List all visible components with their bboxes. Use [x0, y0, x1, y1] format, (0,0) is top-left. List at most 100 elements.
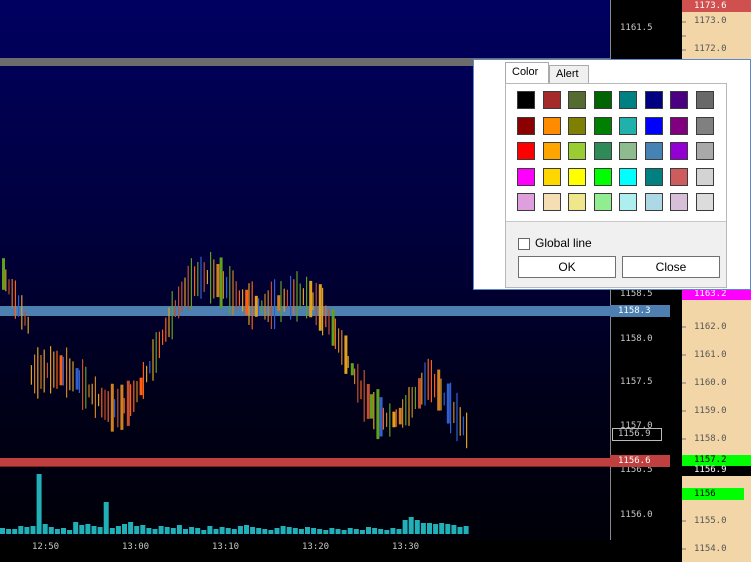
color-swatch[interactable] — [568, 116, 586, 135]
price-bar — [424, 362, 426, 406]
volume-bar — [353, 529, 359, 534]
color-swatch[interactable] — [517, 142, 535, 160]
volume-bar — [402, 520, 408, 534]
price-bar — [210, 251, 212, 304]
price-bar — [11, 278, 13, 308]
color-swatch[interactable] — [568, 193, 586, 211]
price-bar — [264, 293, 266, 320]
global-line-checkbox[interactable] — [518, 238, 530, 250]
color-swatch[interactable] — [568, 142, 586, 160]
price-bar — [254, 295, 258, 317]
price-bar — [158, 331, 160, 359]
level-lower-marker[interactable]: 1156.6 — [610, 455, 670, 467]
volume-bar — [396, 529, 402, 534]
color-swatch[interactable] — [619, 167, 637, 186]
volume-bar — [61, 528, 66, 534]
color-swatch[interactable] — [568, 91, 586, 109]
color-swatch[interactable] — [568, 167, 586, 186]
price-bar — [456, 392, 458, 442]
color-swatch[interactable] — [670, 116, 688, 135]
color-swatch[interactable] — [517, 116, 535, 135]
color-swatch[interactable] — [517, 91, 535, 109]
volume-bar — [36, 474, 42, 534]
color-swatch[interactable] — [542, 91, 561, 109]
volume-bar — [91, 526, 97, 534]
color-swatch[interactable] — [593, 91, 612, 109]
price-bar — [62, 356, 64, 386]
price-bar — [437, 369, 441, 411]
color-swatch[interactable] — [619, 116, 637, 135]
price-bar — [213, 259, 215, 299]
price-bar — [72, 361, 74, 392]
price-bar — [142, 362, 144, 399]
price-bar — [229, 266, 231, 315]
price-bar — [248, 283, 250, 325]
ladder-price: 1160.0 — [694, 378, 727, 388]
ladder-price: 1161.0 — [694, 350, 727, 360]
color-swatch[interactable] — [517, 193, 535, 211]
color-swatch[interactable] — [593, 193, 612, 211]
volume-bar — [268, 530, 274, 534]
color-swatch[interactable] — [619, 142, 637, 160]
color-swatch[interactable] — [593, 116, 612, 135]
volume-bar — [262, 529, 268, 534]
ladder-alert-red[interactable]: 1173.6 — [682, 0, 751, 12]
color-swatch[interactable] — [619, 91, 637, 109]
volume-bar — [42, 524, 48, 534]
tab-color[interactable]: Color — [505, 62, 549, 84]
price-bar — [107, 391, 109, 422]
price-bar — [402, 399, 404, 428]
volume-bar — [122, 524, 127, 534]
color-swatch[interactable] — [542, 116, 561, 135]
volume-bar — [427, 523, 432, 534]
close-button[interactable]: Close — [622, 256, 720, 278]
price-bar — [168, 307, 170, 338]
color-swatch[interactable] — [670, 167, 688, 186]
volume-bar — [384, 530, 390, 534]
color-swatch[interactable] — [644, 91, 663, 109]
color-swatch[interactable] — [542, 142, 561, 160]
tab-alert[interactable]: Alert — [549, 65, 589, 84]
color-swatch[interactable] — [644, 142, 663, 160]
color-swatch[interactable] — [670, 193, 688, 211]
price-bar — [354, 368, 356, 385]
color-swatch[interactable] — [542, 167, 561, 186]
color-swatch[interactable] — [619, 193, 637, 211]
price-label: 1156.0 — [620, 510, 653, 520]
price-bar — [133, 380, 135, 413]
color-swatch[interactable] — [593, 142, 612, 160]
price-bar — [450, 382, 452, 434]
price-bar — [50, 346, 52, 394]
price-bar — [261, 300, 263, 314]
color-swatch[interactable] — [670, 91, 688, 109]
price-bar — [267, 290, 269, 323]
color-swatch[interactable] — [670, 142, 688, 160]
price-bar — [408, 387, 410, 426]
price-bar — [347, 355, 349, 368]
level-upper-marker[interactable]: 1158.3 — [610, 305, 670, 317]
price-bar — [85, 366, 87, 409]
ok-button[interactable]: OK — [518, 256, 616, 278]
time-label: 13:30 — [392, 542, 420, 552]
volume-bar — [6, 529, 12, 534]
volume-bar — [164, 527, 170, 534]
volume-bar — [140, 525, 146, 534]
color-swatch[interactable] — [517, 167, 535, 186]
color-swatch[interactable] — [695, 167, 714, 186]
color-swatch[interactable] — [644, 167, 663, 186]
ladder-alert-green-lower[interactable]: 1156 — [682, 488, 744, 500]
price-bar — [165, 317, 167, 342]
color-swatch[interactable] — [644, 193, 663, 211]
time-label: 13:00 — [122, 542, 150, 552]
color-swatch[interactable] — [695, 91, 714, 109]
color-swatch[interactable] — [644, 116, 663, 135]
color-swatch[interactable] — [695, 116, 714, 135]
volume-bar — [219, 527, 225, 534]
color-swatch[interactable] — [695, 193, 714, 211]
color-swatch[interactable] — [695, 142, 714, 160]
color-swatch[interactable] — [593, 167, 612, 186]
volume-bar — [201, 530, 207, 534]
volume-bar — [30, 526, 36, 534]
color-swatch[interactable] — [542, 193, 561, 211]
price-bar — [334, 318, 336, 350]
